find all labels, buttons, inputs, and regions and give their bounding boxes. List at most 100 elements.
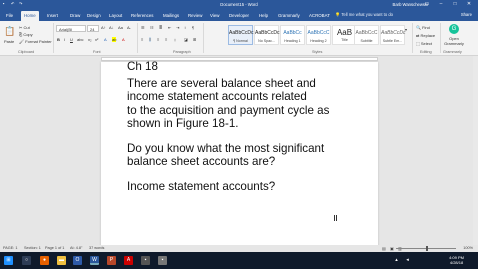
shrink-font-icon[interactable]: A↓ [109,25,114,30]
title-bar: ▪ ↶ ↷ Document15 - Word Barb Wanschewski… [0,0,478,9]
vertical-scrollbar[interactable] [473,56,478,254]
tab-file[interactable]: File [3,11,16,21]
borders-icon[interactable]: ⊞ [193,37,196,42]
search-icon[interactable]: ○ [22,256,31,265]
strikethrough-button[interactable]: abc [77,37,83,42]
ribbon-tabs: File Home Insert Draw Design Layout Refe… [0,9,478,21]
show-marks-icon[interactable]: ¶ [192,25,194,30]
style-subtitle[interactable]: AaBbCcC Subtitle [354,25,379,45]
cut-button[interactable]: ✂ Cut [19,25,30,30]
doc-paragraph-1: There are several balance sheet and inco… [127,77,330,131]
system-clock[interactable]: 4:09 PM 4/28/18 [449,255,464,265]
maximize-button[interactable]: □ [448,0,462,9]
superscript-button[interactable]: x² [95,37,98,42]
zoom-slider[interactable] [396,246,456,251]
style-normal[interactable]: AaBbCcDc ¶ Normal [228,25,253,45]
clear-format-icon[interactable]: A̶ [127,25,130,30]
underline-button[interactable]: U [70,37,73,42]
tab-developer[interactable]: Developer [226,11,252,21]
shading-icon[interactable]: ◪ [184,37,188,42]
tab-acrobat[interactable]: ACROBAT [306,11,333,21]
volume-icon[interactable]: ◂ [403,256,412,265]
select-button[interactable]: ⬚ Select [416,41,432,46]
editing-group-label: Editing [420,50,432,54]
network-icon[interactable]: ▴ [392,256,401,265]
subscript-button[interactable]: x₂ [88,37,92,42]
style-heading-2[interactable]: AaBbCcC Heading 2 [306,25,331,45]
font-color-icon[interactable]: A [122,37,125,42]
tab-draw[interactable]: Draw [67,11,83,21]
status-page-of[interactable]: Page 1 of 1 [45,246,64,250]
status-word-count[interactable]: 37 words [89,246,104,250]
status-bar: PAGE: 1 Section: 1 Page 1 of 1 At: 4.8" … [0,245,478,252]
ribbon-options-icon[interactable]: ▭ [420,0,434,9]
status-section: Section: 1 [24,246,41,250]
file-explorer-icon[interactable]: ▬ [57,256,66,265]
paste-icon[interactable]: 📋 [4,26,15,37]
tab-home[interactable]: Home [21,11,39,21]
close-button[interactable]: ✕ [462,0,476,9]
style-heading-1[interactable]: AaBbCc Heading 1 [280,25,305,45]
status-at: At: 4.8" [70,246,83,250]
tab-view[interactable]: View [207,11,222,21]
font-name-box[interactable]: Arial(Bl [56,25,86,32]
tab-grammarly[interactable]: Grammarly [275,11,303,21]
paste-button[interactable]: Paste [4,39,14,44]
multilevel-list-icon[interactable]: ≣ [159,25,162,30]
sort-icon[interactable]: ↕ [184,25,186,30]
bold-button[interactable]: B [57,37,60,42]
font-size-box[interactable]: 24 [87,25,99,32]
print-layout-icon[interactable]: ▣ [390,246,394,251]
tab-references[interactable]: References [128,11,156,21]
windows-start-icon[interactable]: ⊞ [4,256,13,265]
word-icon[interactable]: W [90,256,99,265]
document-page[interactable]: Ch 18 There are several balance sheet an… [101,60,378,254]
minimize-button[interactable]: – [434,0,448,9]
replace-button[interactable]: ⇄ Replace [416,33,435,38]
acrobat-icon[interactable]: A [124,256,133,265]
change-case-icon[interactable]: Aa [118,25,123,30]
decrease-indent-icon[interactable]: ⇤ [168,25,171,30]
tab-layout[interactable]: Layout [106,11,125,21]
style-no-spacing[interactable]: AaBbCcDc No Spac... [254,25,279,45]
tab-help[interactable]: Help [256,11,271,21]
doc-heading: Ch 18 [127,60,158,73]
align-center-icon[interactable]: ≡ [149,37,152,42]
app-icon-2[interactable]: ▪ [158,256,167,265]
align-right-icon[interactable]: ≡ [157,37,159,42]
open-grammarly-button[interactable]: Open Grammarly [442,36,466,46]
find-button[interactable]: 🔍 Find [416,25,430,30]
powerpoint-icon[interactable]: P [107,256,116,265]
doc-paragraph-3: Income statement accounts? [127,180,276,193]
doc-paragraph-2: Do you know what the most significant ba… [127,142,325,169]
format-painter-button[interactable]: 🖌 Format Painter [19,39,52,44]
copy-button[interactable]: ⎘ Copy [19,32,33,37]
tab-review[interactable]: Review [185,11,205,21]
styles-more-icon[interactable]: ▾ [405,27,407,32]
tab-insert[interactable]: Insert [44,11,61,21]
app-icon[interactable]: ▪ [141,256,150,265]
zoom-level[interactable]: 100% [463,246,473,250]
font-group-label: Font [93,50,101,54]
grammarly-group-label: Grammarly [443,50,462,54]
increase-indent-icon[interactable]: ⇥ [176,25,179,30]
justify-icon[interactable]: ≡ [165,37,167,42]
tab-design[interactable]: Design [84,11,104,21]
text-effects-icon[interactable]: A [104,37,107,42]
grammarly-icon[interactable]: G [449,24,459,34]
grow-font-icon[interactable]: A↑ [101,25,106,30]
highlight-icon[interactable]: ab [112,37,117,42]
style-subtle-emphasis[interactable]: AaBbCcDc Subtle Em... [380,25,405,45]
status-page: PAGE: 1 [3,246,18,250]
align-left-icon[interactable]: ≡ [141,37,143,42]
read-mode-icon[interactable]: ▤ [382,246,386,251]
firefox-icon[interactable]: ● [40,256,49,265]
share-button[interactable]: Share [461,12,472,17]
tab-mailings[interactable]: Mailings [160,11,182,21]
outlook-icon[interactable]: O [73,256,82,265]
tell-me-search[interactable]: 💡 Tell me what you want to do [335,12,393,18]
bullets-icon[interactable]: ☰ [141,25,145,30]
line-spacing-icon[interactable]: ↨ [174,37,176,42]
italic-button[interactable]: I [64,37,65,42]
numbering-icon[interactable]: ☷ [150,25,154,30]
